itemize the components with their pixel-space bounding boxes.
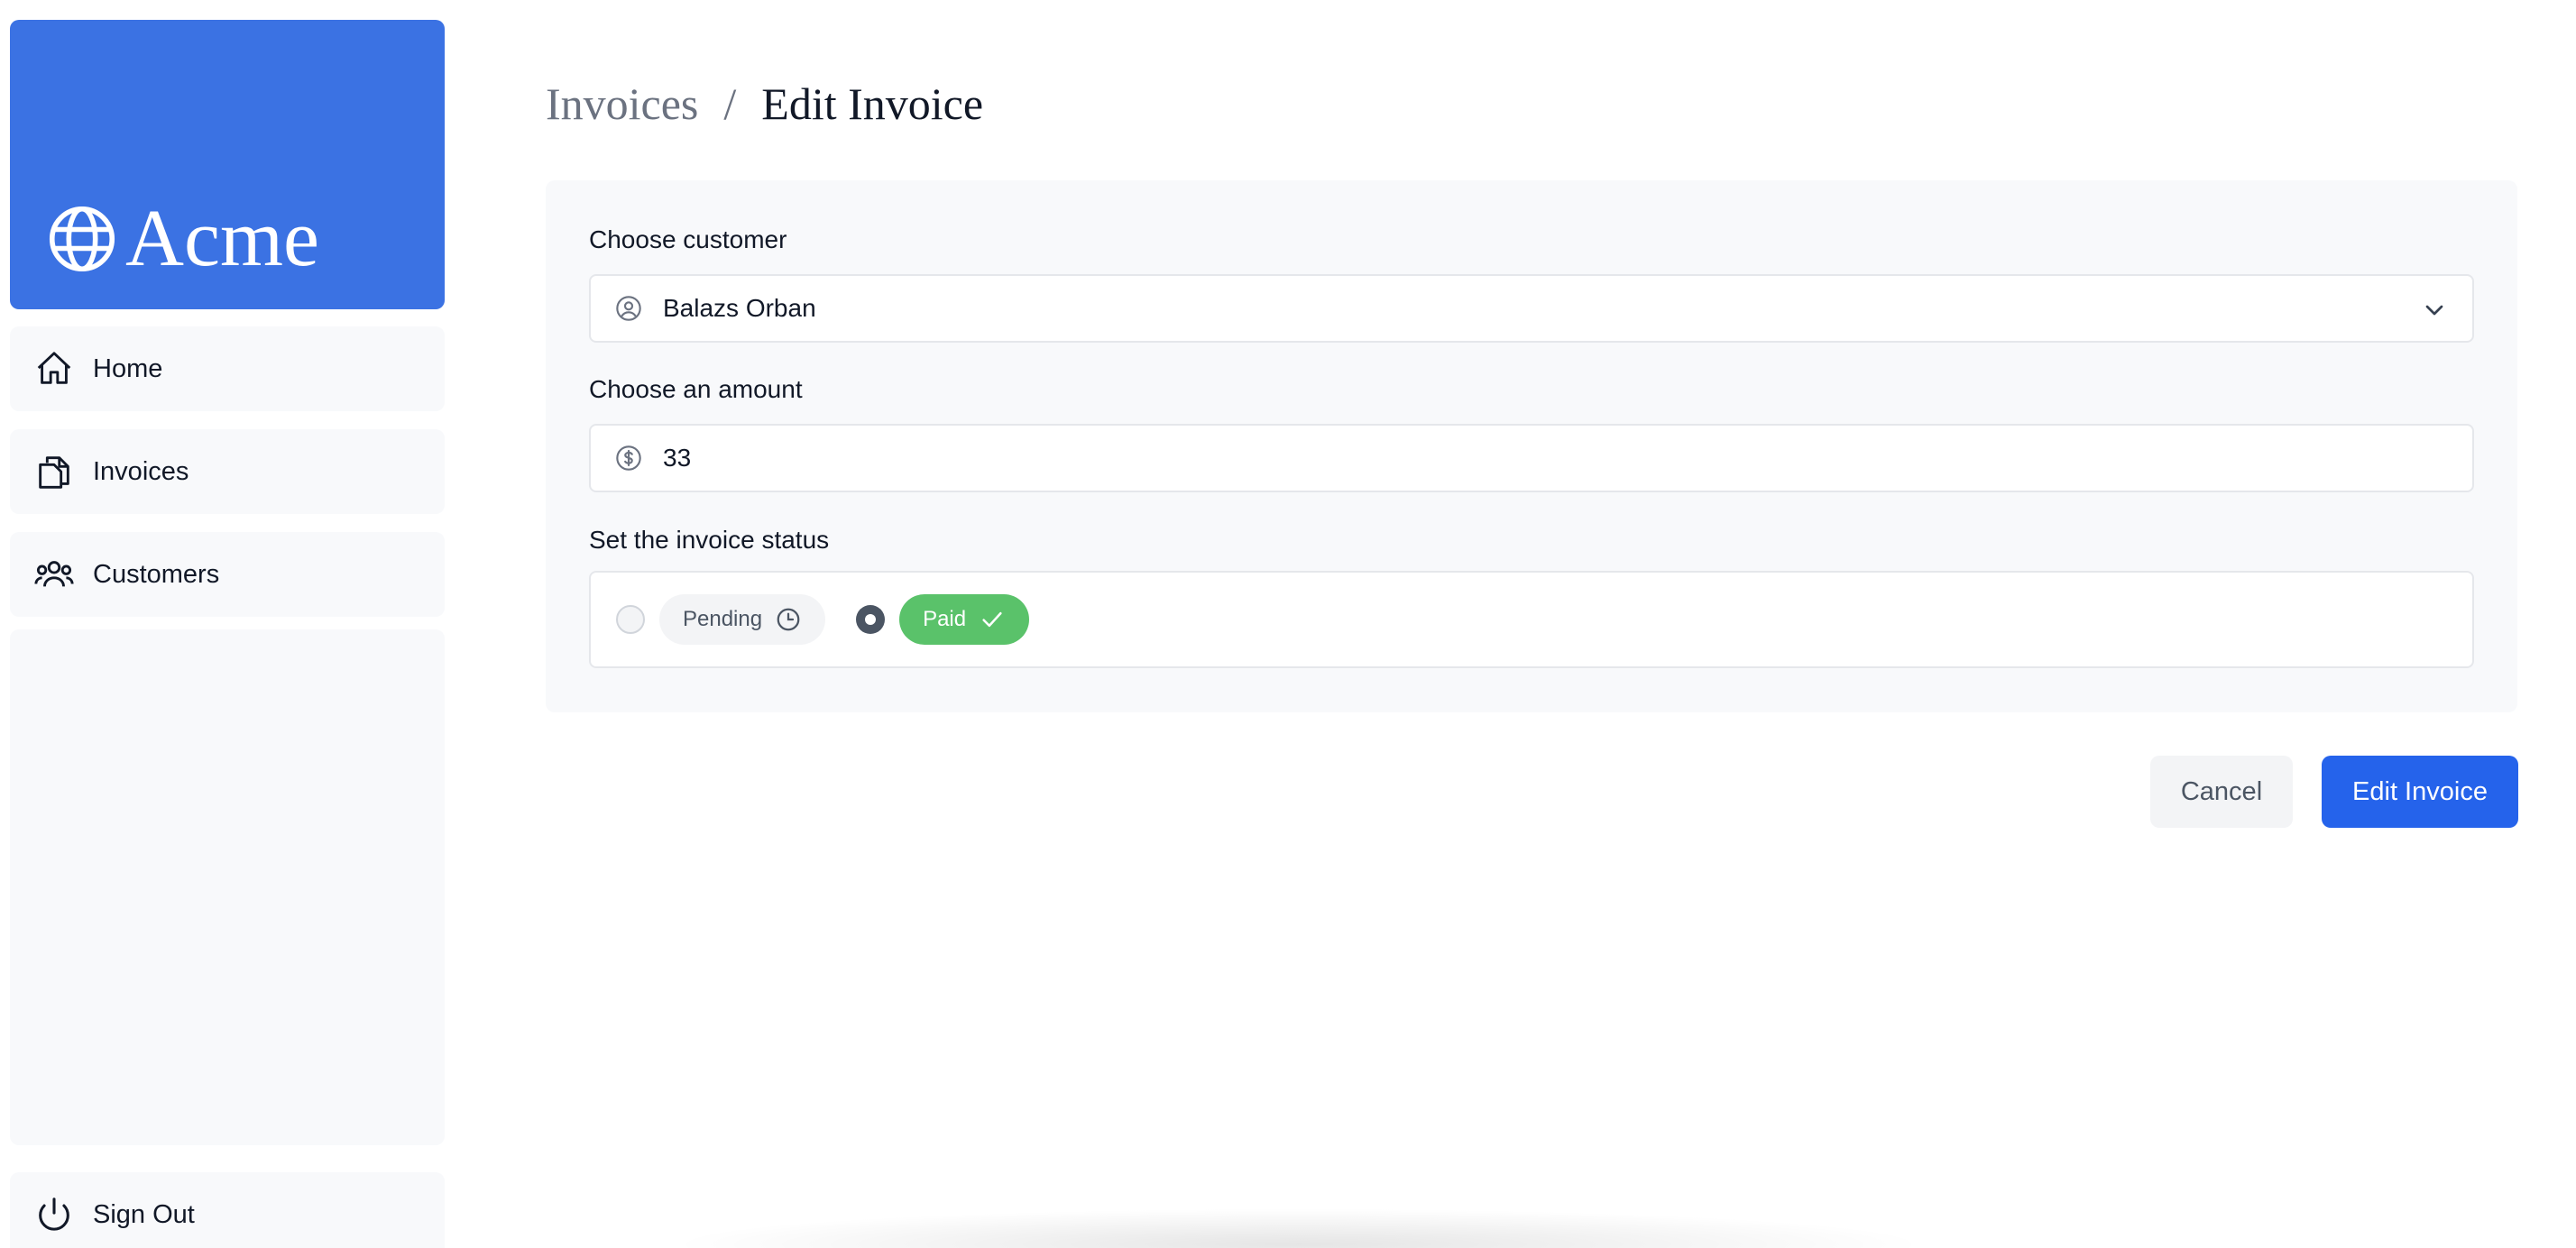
amount-input[interactable]: 33 [589, 424, 2474, 492]
sidebar-item-customers[interactable]: Customers [10, 532, 445, 617]
clock-icon [777, 608, 800, 631]
power-icon [39, 1198, 69, 1231]
sidebar-item-invoices[interactable]: Invoices [10, 429, 445, 514]
home-icon [37, 352, 71, 384]
status-label: Set the invoice status [589, 526, 830, 554]
sidebar-item-label: Invoices [93, 456, 189, 486]
radio-pending[interactable] [616, 605, 645, 634]
logo-text: Acme [125, 194, 319, 283]
edit-invoice-form: Choose customer Balazs Orban Choose an a… [546, 180, 2517, 712]
customer-select[interactable]: Balazs Orban [589, 274, 2474, 343]
user-group-icon [34, 561, 74, 587]
sidebar-item-home[interactable]: Home [10, 326, 445, 411]
app-layout: Acme Home Invoices Customers Sign Out In… [0, 0, 2576, 1248]
logo-link[interactable]: Acme [10, 20, 445, 309]
currency-dollar-icon [616, 445, 641, 471]
radio-paid[interactable] [856, 605, 886, 634]
page-title: Edit Invoice [761, 78, 984, 129]
sidebar-item-label: Customers [93, 559, 220, 589]
globe-icon [49, 206, 115, 272]
chevron-down-icon [2425, 305, 2443, 316]
sign-out-button[interactable]: Sign Out [10, 1172, 445, 1248]
cancel-button[interactable]: Cancel [2150, 756, 2293, 828]
user-circle-icon [616, 296, 641, 321]
customer-value: Balazs Orban [663, 294, 816, 322]
amount-value: 33 [663, 444, 692, 472]
customer-label: Choose customer [589, 225, 787, 253]
bottom-shadow [667, 1208, 1930, 1248]
sign-out-label: Sign Out [93, 1199, 195, 1229]
breadcrumb: Invoices / Edit Invoice [546, 78, 983, 130]
status-pending-pill[interactable]: Pending [659, 594, 826, 645]
document-duplicate-icon [39, 456, 69, 489]
sidebar-spacer [10, 629, 445, 1145]
breadcrumb-invoices-link[interactable]: Invoices [546, 78, 698, 130]
status-radio-group: Pending Paid [589, 571, 2474, 668]
status-option-label: Pending [683, 607, 763, 631]
acme-logo: Acme [44, 198, 319, 280]
status-paid-pill[interactable]: Paid [899, 594, 1030, 645]
breadcrumb-separator: / [723, 78, 737, 129]
sidebar-item-label: Home [93, 353, 163, 383]
edit-invoice-button[interactable]: Edit Invoice [2322, 756, 2518, 828]
check-icon [982, 611, 1002, 628]
status-option-label: Paid [923, 607, 967, 631]
amount-label: Choose an amount [589, 375, 803, 403]
